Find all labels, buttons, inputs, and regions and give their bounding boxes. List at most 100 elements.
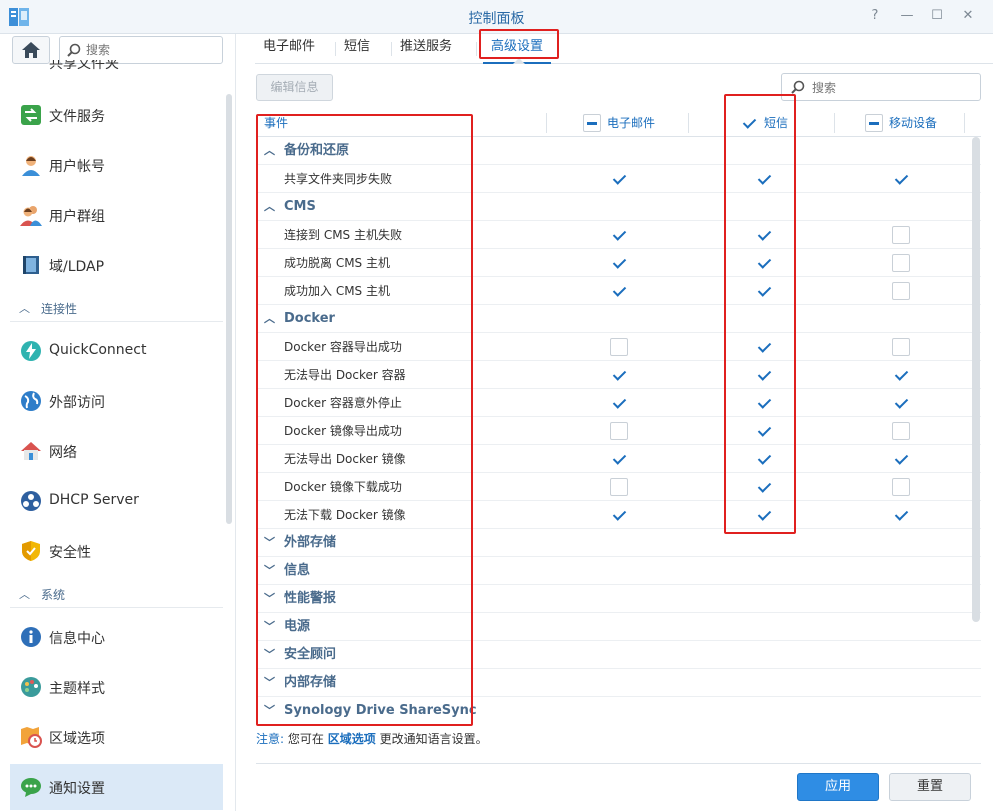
apply-button[interactable]: 应用 [797,773,879,801]
mobile-checkbox[interactable] [892,282,910,300]
sms-checkbox[interactable] [755,506,773,524]
email-checkbox[interactable] [610,226,628,244]
sidebar-section-system[interactable]: ︿ 系统 [10,580,223,608]
regional-options-link[interactable]: 区域选项 [328,732,376,746]
sms-checkbox[interactable] [755,254,773,272]
group-row[interactable]: ﹀ 安全顾问 [256,641,981,669]
event-row[interactable]: Docker 镜像导出成功 [256,417,981,445]
home-button[interactable] [12,36,50,64]
email-checkbox[interactable] [610,170,628,188]
sidebar-item-domain-ldap[interactable]: 域/LDAP [10,242,223,288]
mobile-checkbox[interactable] [892,450,910,468]
group-label[interactable]: ﹀ 外部存储 [264,529,336,557]
edit-message-button[interactable]: 编辑信息 [256,74,333,101]
select-all-sms-checkbox[interactable] [740,114,758,132]
sidebar-item-quickconnect[interactable]: QuickConnect [10,328,223,374]
group-label[interactable]: ︿ Docker [264,305,335,333]
sidebar-item-regional-options[interactable]: 区域选项 [10,714,223,760]
tab-email[interactable]: 电子邮件 [255,34,336,64]
sidebar-search-input[interactable] [86,41,216,59]
mobile-checkbox[interactable] [892,422,910,440]
group-row[interactable]: ︿ Docker [256,305,981,333]
event-row[interactable]: 无法下载 Docker 镜像 [256,501,981,529]
email-checkbox[interactable] [610,394,628,412]
sms-checkbox[interactable] [755,282,773,300]
sidebar-item-theme[interactable]: 主题样式 [10,664,223,710]
group-row[interactable]: ﹀ Synology Drive ShareSync [256,697,981,721]
event-row[interactable]: Docker 镜像下载成功 [256,473,981,501]
group-row[interactable]: ︿ CMS [256,193,981,221]
email-checkbox[interactable] [610,478,628,496]
sms-checkbox[interactable] [755,422,773,440]
mobile-checkbox[interactable] [892,478,910,496]
group-row[interactable]: ﹀ 信息 [256,557,981,585]
event-row[interactable]: 共享文件夹同步失败 [256,165,981,193]
group-label[interactable]: ﹀ 安全顾问 [264,641,336,669]
sidebar-item-info-center[interactable]: 信息中心 [10,614,223,660]
event-row[interactable]: 连接到 CMS 主机失败 [256,221,981,249]
event-row[interactable]: 成功加入 CMS 主机 [256,277,981,305]
event-search[interactable] [781,73,981,101]
select-all-email-checkbox[interactable] [583,114,601,132]
sms-checkbox[interactable] [755,450,773,468]
sms-checkbox[interactable] [755,394,773,412]
email-checkbox[interactable] [610,506,628,524]
sms-checkbox[interactable] [755,478,773,496]
grid-scrollbar[interactable] [972,137,980,622]
sidebar-item-dhcp-server[interactable]: DHCP Server [10,478,223,524]
sms-checkbox[interactable] [755,338,773,356]
email-checkbox[interactable] [610,254,628,272]
select-all-mobile-checkbox[interactable] [865,114,883,132]
sidebar-item-external-access[interactable]: 外部访问 [10,378,223,424]
reset-button[interactable]: 重置 [889,773,971,801]
sidebar-section-connectivity[interactable]: ︿ 连接性 [10,294,223,322]
sms-checkbox[interactable] [755,366,773,384]
email-checkbox[interactable] [610,338,628,356]
close-button[interactable]: ✕ [960,8,976,24]
sms-checkbox[interactable] [755,170,773,188]
email-checkbox[interactable] [610,282,628,300]
mobile-checkbox[interactable] [892,506,910,524]
email-checkbox[interactable] [610,366,628,384]
group-row[interactable]: ﹀ 内部存储 [256,669,981,697]
sms-checkbox[interactable] [755,226,773,244]
event-row[interactable]: Docker 容器意外停止 [256,389,981,417]
event-row[interactable]: 成功脱离 CMS 主机 [256,249,981,277]
email-checkbox[interactable] [610,450,628,468]
email-checkbox[interactable] [610,422,628,440]
group-label[interactable]: ﹀ Synology Drive ShareSync [264,697,477,721]
sidebar-item-network[interactable]: 网络 [10,428,223,474]
sidebar-item-user-group[interactable]: 用户群组 [10,192,223,238]
group-label[interactable]: ︿ CMS [264,193,316,221]
mobile-checkbox[interactable] [892,394,910,412]
tab-push-service[interactable]: 推送服务 [392,34,477,64]
sidebar-item-user[interactable]: 用户帐号 [10,142,223,188]
minimize-button[interactable]: — [899,8,915,24]
sidebar-item-security[interactable]: 安全性 [10,528,223,574]
event-row[interactable]: 无法导出 Docker 容器 [256,361,981,389]
group-row[interactable]: ﹀ 电源 [256,613,981,641]
mobile-checkbox[interactable] [892,338,910,356]
maximize-button[interactable]: ☐ [929,8,945,24]
group-label[interactable]: ﹀ 内部存储 [264,669,336,697]
mobile-checkbox[interactable] [892,254,910,272]
mobile-checkbox[interactable] [892,366,910,384]
event-row[interactable]: 无法导出 Docker 镜像 [256,445,981,473]
sidebar-item-shared-folder-partial[interactable]: 共享文件夹 [49,60,119,74]
mobile-checkbox[interactable] [892,170,910,188]
sidebar-item-file-services[interactable]: 文件服务 [10,92,223,138]
mobile-checkbox[interactable] [892,226,910,244]
sidebar-scrollbar[interactable] [226,94,232,524]
group-label[interactable]: ﹀ 信息 [264,557,310,585]
tab-sms[interactable]: 短信 [336,34,392,64]
column-header-event[interactable]: 事件 [264,109,288,137]
group-row[interactable]: ﹀ 性能警报 [256,585,981,613]
group-label[interactable]: ﹀ 电源 [264,613,310,641]
sidebar-item-notification[interactable]: 通知设置 [10,764,223,810]
help-button[interactable]: ? [867,8,883,24]
group-row[interactable]: ︿ 备份和还原 [256,137,981,165]
group-label[interactable]: ﹀ 性能警报 [264,585,336,613]
event-search-input[interactable] [812,79,972,97]
group-row[interactable]: ﹀ 外部存储 [256,529,981,557]
group-label[interactable]: ︿ 备份和还原 [264,137,349,165]
